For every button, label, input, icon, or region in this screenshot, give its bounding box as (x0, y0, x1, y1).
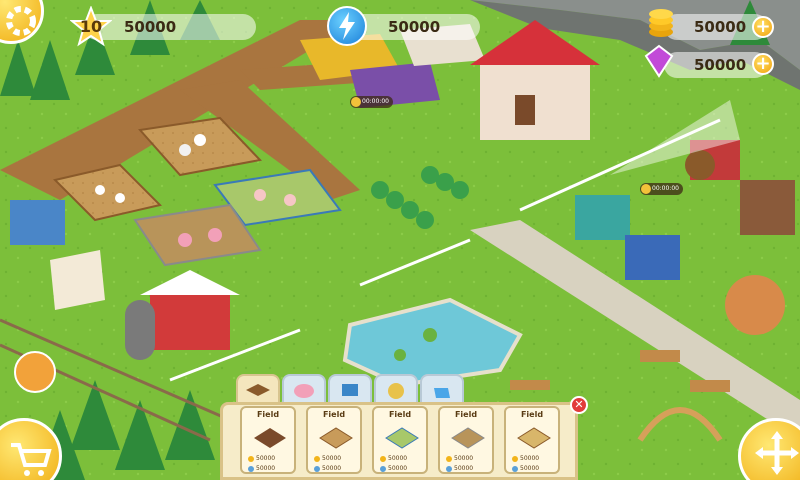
grass-field-icon (385, 427, 419, 449)
card-time: 50000 (256, 465, 276, 472)
fenced-field-icon (319, 427, 353, 449)
card-title: Field (256, 410, 280, 419)
move-arrows-icon (755, 431, 799, 475)
clock-icon (446, 465, 452, 472)
card-price: 50000 (256, 455, 276, 462)
xp-value: 50000 (124, 18, 177, 36)
coin-stack-icon (649, 9, 673, 37)
crop-timer-badge: 00:00:00 (350, 96, 393, 108)
plowed-field-icon (254, 428, 286, 448)
clock-icon (248, 465, 254, 472)
lightning-icon (327, 6, 367, 46)
card-price: 50000 (520, 455, 540, 462)
gem-icon (644, 44, 674, 78)
build-card[interactable]: Field 50000 50000 (372, 406, 428, 474)
coin-icon (314, 455, 320, 462)
card-time: 50000 (520, 465, 540, 472)
card-time: 50000 (388, 465, 408, 472)
machine-timer-badge: 00:00:00 (640, 183, 683, 195)
move-button[interactable] (738, 418, 800, 480)
mud-field-icon (451, 427, 485, 449)
gems-value: 50000 (694, 56, 747, 74)
cart-icon (11, 443, 52, 476)
farm-scene: 00:00:00 00:00:00 50000 10 50000 50000 +… (0, 0, 800, 480)
coin-icon (380, 455, 386, 462)
level-number: 10 (79, 17, 103, 36)
shop-button[interactable] (0, 418, 62, 480)
build-card[interactable]: Field 50000 50000 (306, 406, 362, 474)
card-title: Field (322, 410, 346, 419)
card-time: 50000 (454, 465, 474, 472)
card-price: 50000 (388, 455, 408, 462)
clock-icon (380, 465, 386, 472)
hay-icon (388, 383, 404, 399)
build-card[interactable]: Field 50000 50000 (438, 406, 494, 474)
settings-button[interactable] (0, 0, 44, 44)
card-title: Field (454, 410, 478, 419)
ferris-wheel (14, 351, 56, 393)
coin-icon (512, 455, 518, 462)
clock-icon (512, 465, 518, 472)
energy-value: 50000 (388, 18, 441, 36)
add-gems-button[interactable]: + (752, 53, 774, 75)
close-menu-button[interactable]: ✕ (570, 396, 588, 414)
card-price: 50000 (454, 455, 474, 462)
build-card[interactable]: Field 50000 50000 (504, 406, 560, 474)
card-price: 50000 (322, 455, 342, 462)
pig-icon (294, 384, 314, 398)
watering-can-icon (434, 388, 450, 398)
straw-field-icon (517, 427, 551, 449)
card-title: Field (388, 410, 412, 419)
coin-icon (248, 455, 254, 462)
card-title: Field (520, 410, 544, 419)
build-card[interactable]: Field 50000 50000 (240, 406, 296, 474)
gear-icon (6, 6, 36, 36)
field-icon (246, 384, 270, 396)
coin-icon (446, 455, 452, 462)
clock-icon (314, 465, 320, 472)
machine-icon (342, 384, 358, 396)
coins-value: 50000 (694, 18, 747, 36)
card-time: 50000 (322, 465, 342, 472)
add-coins-button[interactable]: + (752, 16, 774, 38)
